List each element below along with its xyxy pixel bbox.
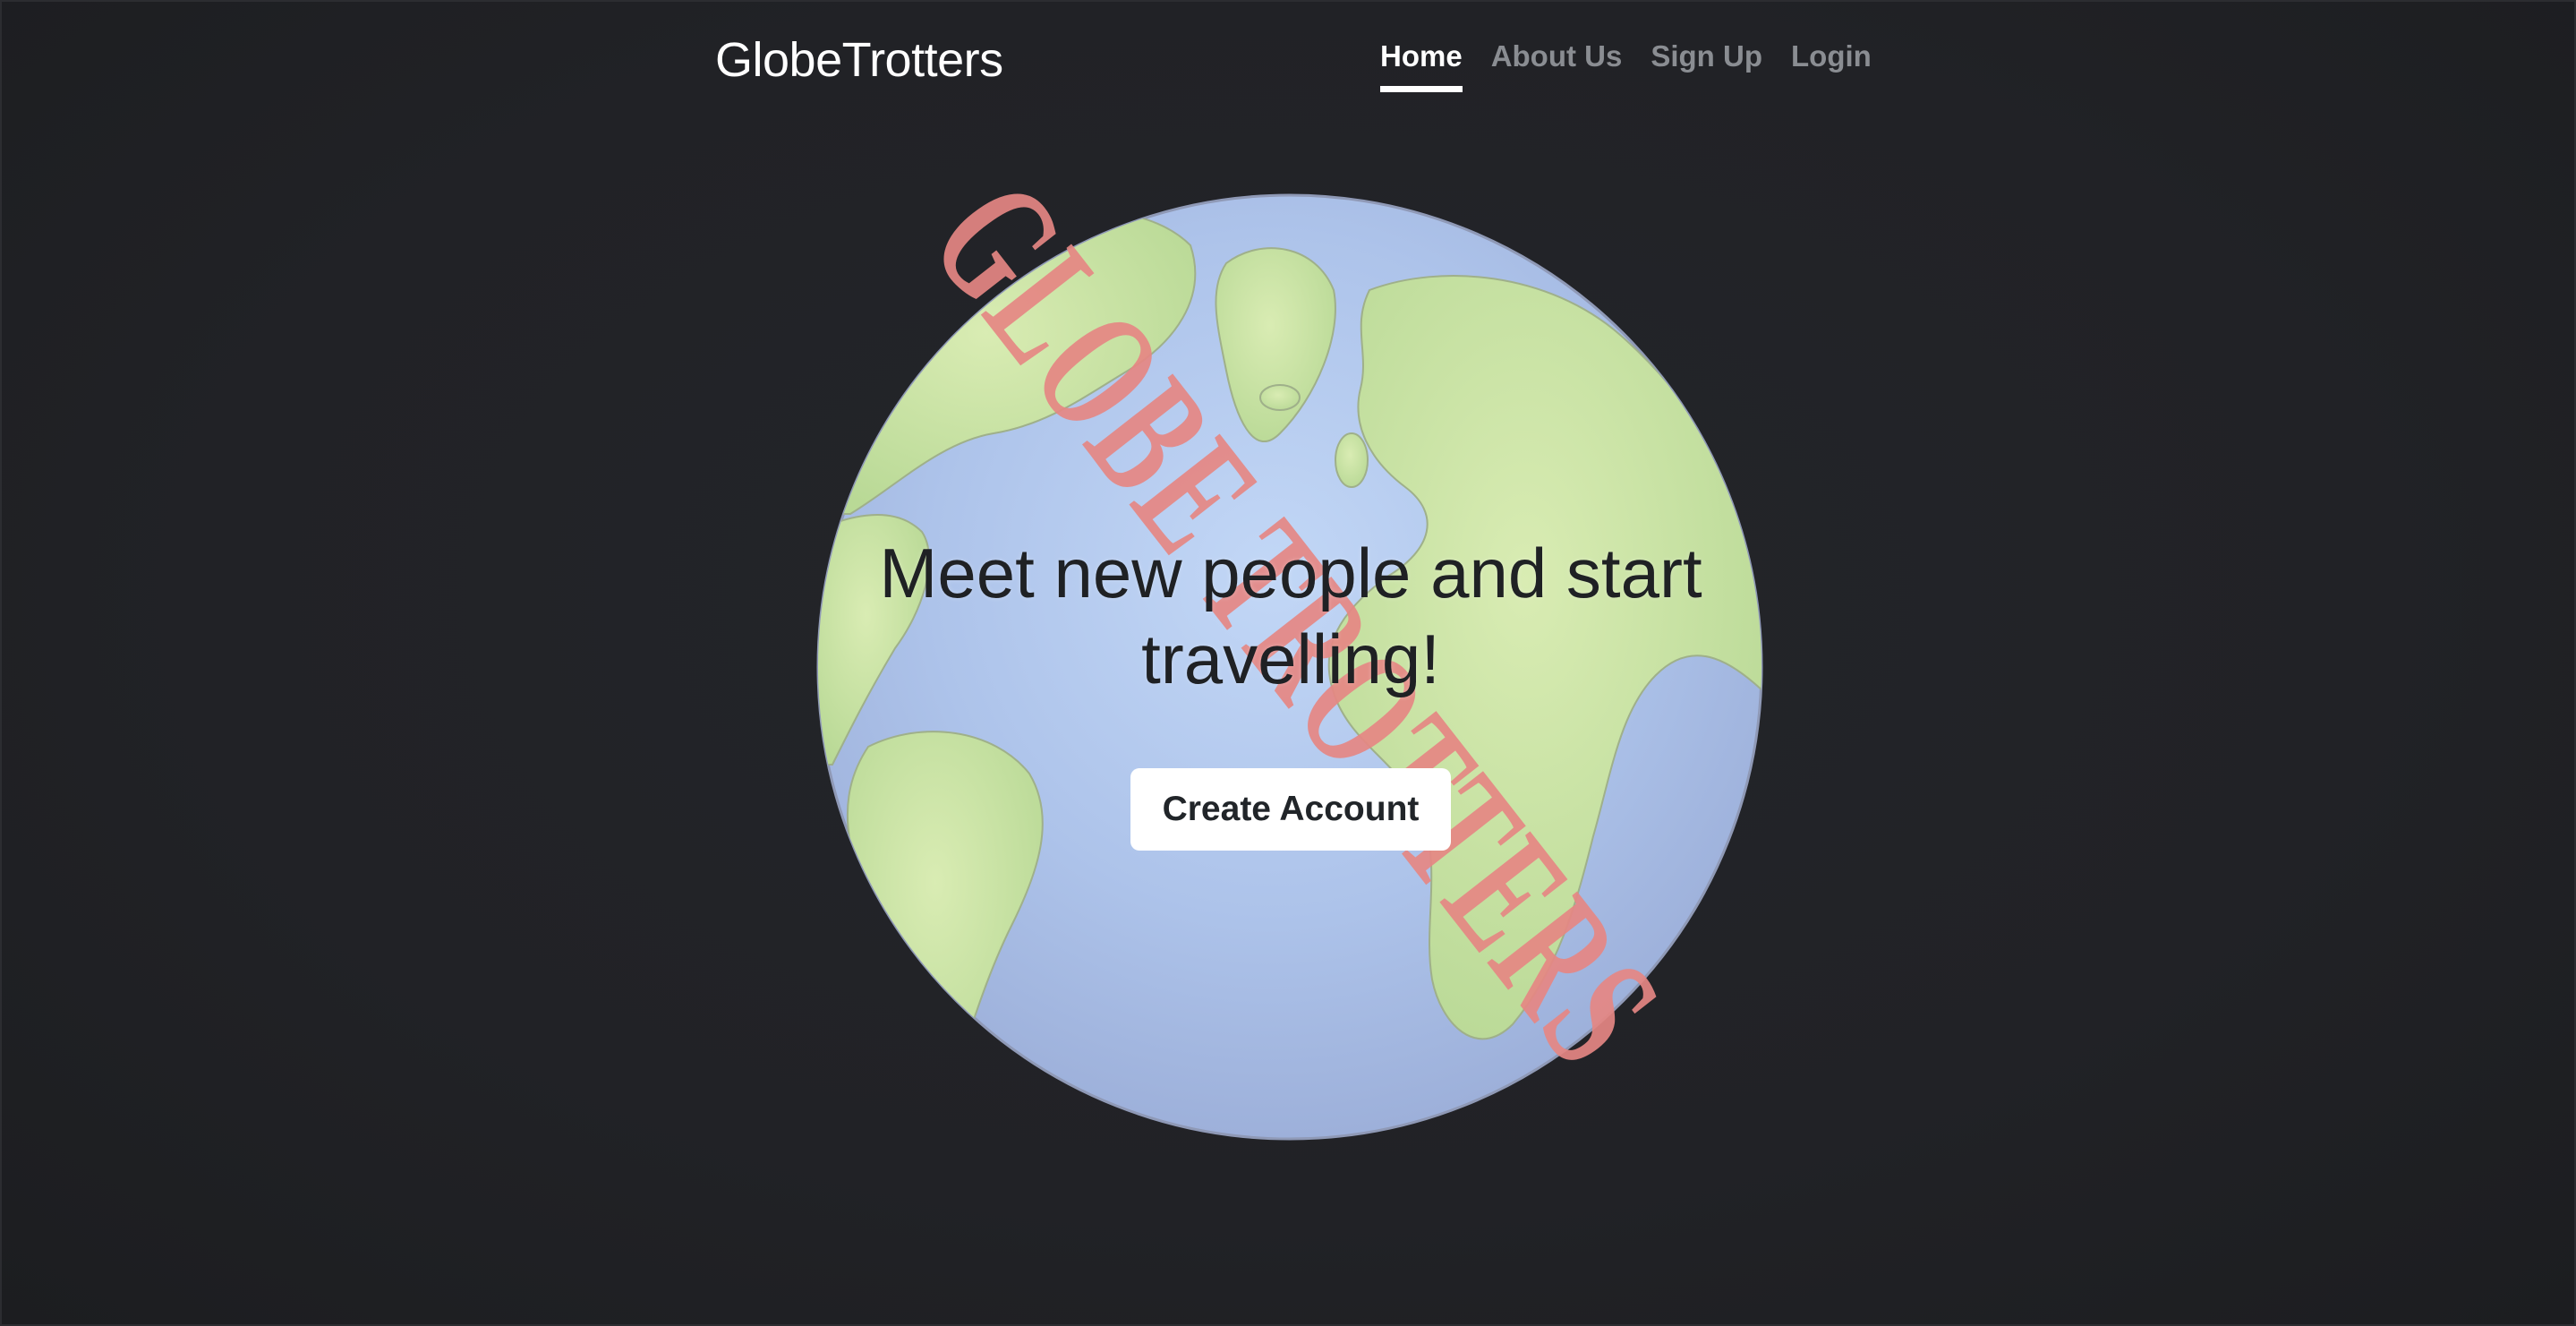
brand-logo[interactable]: GlobeTrotters — [715, 32, 1003, 88]
nav-about-us[interactable]: About Us — [1491, 39, 1623, 92]
create-account-button[interactable]: Create Account — [1130, 768, 1452, 851]
hero-title-line-1: Meet new people and start — [879, 534, 1702, 612]
hero-section: Meet new people and start travelling! Cr… — [789, 530, 1792, 851]
page: GlobeTrotters Home About Us Sign Up Logi… — [0, 0, 2576, 1326]
nav-login[interactable]: Login — [1791, 39, 1872, 92]
nav-sign-up[interactable]: Sign Up — [1651, 39, 1762, 92]
main-nav: Home About Us Sign Up Login — [1380, 39, 1872, 92]
hero-title-line-2: travelling! — [1141, 620, 1440, 698]
nav-home[interactable]: Home — [1380, 39, 1463, 92]
hero-title: Meet new people and start travelling! — [789, 530, 1792, 702]
